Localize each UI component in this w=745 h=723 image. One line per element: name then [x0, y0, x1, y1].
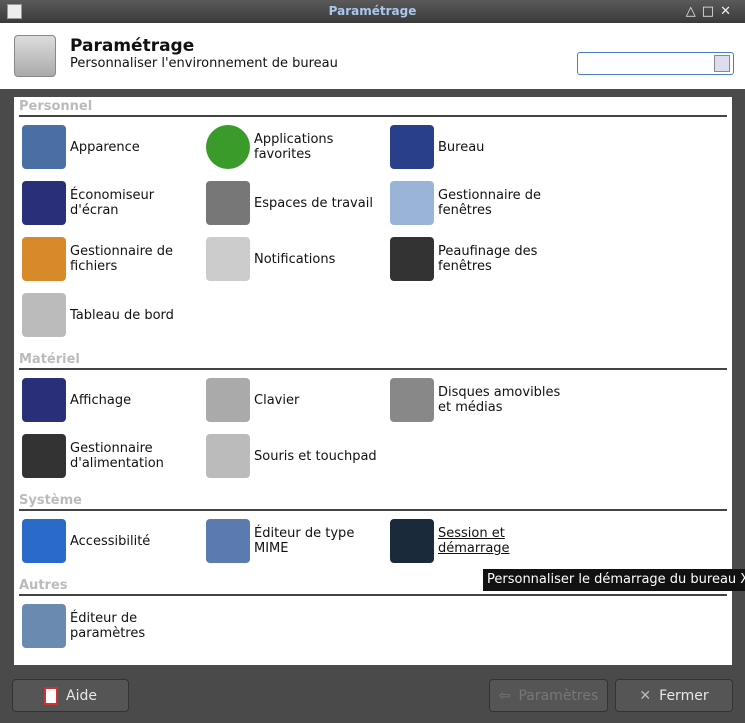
setting-label: Notifications [254, 251, 336, 267]
setting-item[interactable]: Gestionnaire de fichiers [22, 237, 200, 281]
desktop-icon [390, 125, 434, 169]
settings-manager-icon [14, 35, 56, 77]
setting-label: Peaufinage des fenêtres [438, 244, 538, 274]
section-header: Personnel [19, 99, 727, 117]
back-arrow-icon: ⇦ [498, 687, 511, 704]
setting-item[interactable]: Accessibilité [22, 519, 200, 563]
setting-item[interactable]: Peaufinage des fenêtres [390, 237, 568, 281]
close-icon: ✕ [639, 687, 652, 704]
tools-icon [22, 604, 66, 648]
setting-label: Économiseur d'écran [70, 188, 155, 218]
setting-item[interactable]: Économiseur d'écran [22, 181, 200, 225]
setting-label: Session et démarrage [438, 526, 510, 556]
setting-item[interactable]: Espaces de travail [206, 181, 384, 225]
setting-item[interactable]: Souris et touchpad [206, 434, 384, 478]
window-title: Paramétrage [328, 4, 417, 18]
keyboard-icon [206, 378, 250, 422]
mime-icon [206, 519, 250, 563]
setting-label: Disques amovibles et médias [438, 385, 561, 415]
close-button[interactable]: ✕ Fermer [615, 679, 733, 712]
header: Paramétrage Personnaliser l'environnemen… [0, 23, 745, 89]
setting-item[interactable]: Applications favorites [206, 125, 384, 169]
appearance-icon [22, 125, 66, 169]
setting-item[interactable]: Apparence [22, 125, 200, 169]
section-header: Système [19, 493, 727, 511]
setting-label: Souris et touchpad [254, 448, 377, 464]
help-button[interactable]: Aide [12, 679, 129, 712]
power-icon [22, 434, 66, 478]
setting-label: Apparence [70, 139, 140, 155]
drive-icon [390, 378, 434, 422]
checkmark-icon [206, 125, 250, 169]
title-bar: Paramétrage △□✕ [0, 0, 745, 23]
workspaces-icon [206, 181, 250, 225]
display-icon [22, 378, 66, 422]
notifications-icon [206, 237, 250, 281]
session-icon [390, 519, 434, 563]
setting-label: Affichage [70, 392, 132, 408]
settings-back-button[interactable]: ⇦ Paramètres [489, 679, 608, 712]
setting-label: Applications favorites [254, 132, 334, 162]
accessibility-icon [22, 519, 66, 563]
page-title: Paramétrage [70, 36, 195, 56]
screensaver-icon [22, 181, 66, 225]
mouse-icon [206, 434, 250, 478]
setting-label: Gestionnaire de fenêtres [438, 188, 542, 218]
search-icon[interactable] [714, 55, 730, 72]
windows-icon [390, 181, 434, 225]
setting-item[interactable]: Gestionnaire de fenêtres [390, 181, 568, 225]
setting-label: Éditeur de type MIME [254, 526, 355, 556]
panel-icon [22, 293, 66, 337]
close-window-button[interactable]: ✕ [720, 4, 737, 19]
setting-label: Tableau de bord [70, 307, 174, 323]
setting-label: Clavier [254, 392, 300, 408]
setting-label: Gestionnaire de fichiers [70, 244, 174, 274]
section-header: Matériel [19, 352, 727, 370]
page-subtitle: Personnaliser l'environnement de bureau [70, 56, 338, 71]
setting-item[interactable]: Gestionnaire d'alimentation [22, 434, 200, 478]
setting-item[interactable]: Tableau de bord [22, 293, 200, 337]
help-icon [44, 686, 59, 705]
setting-item[interactable]: Affichage [22, 378, 200, 422]
setting-item[interactable]: Éditeur de paramètres [22, 604, 200, 648]
setting-item[interactable]: Session et démarrage [390, 519, 568, 563]
setting-item[interactable]: Disques amovibles et médias [390, 378, 568, 422]
setting-item[interactable]: Bureau [390, 125, 568, 169]
setting-label: Gestionnaire d'alimentation [70, 441, 164, 471]
window-tweaks-icon [390, 237, 434, 281]
maximize-button[interactable]: □ [702, 4, 720, 19]
setting-label: Bureau [438, 139, 485, 155]
search-input[interactable] [577, 52, 734, 75]
file-cabinet-icon [22, 237, 66, 281]
window-menu-icon[interactable] [7, 4, 22, 19]
shade-button[interactable]: △ [686, 4, 702, 19]
setting-label: Éditeur de paramètres [70, 611, 146, 641]
setting-item[interactable]: Éditeur de type MIME [206, 519, 384, 563]
tooltip: Personnaliser le démarrage du bureau X [483, 569, 745, 591]
setting-item[interactable]: Notifications [206, 237, 384, 281]
setting-label: Espaces de travail [254, 195, 373, 211]
setting-label: Accessibilité [70, 533, 151, 549]
setting-item[interactable]: Clavier [206, 378, 384, 422]
